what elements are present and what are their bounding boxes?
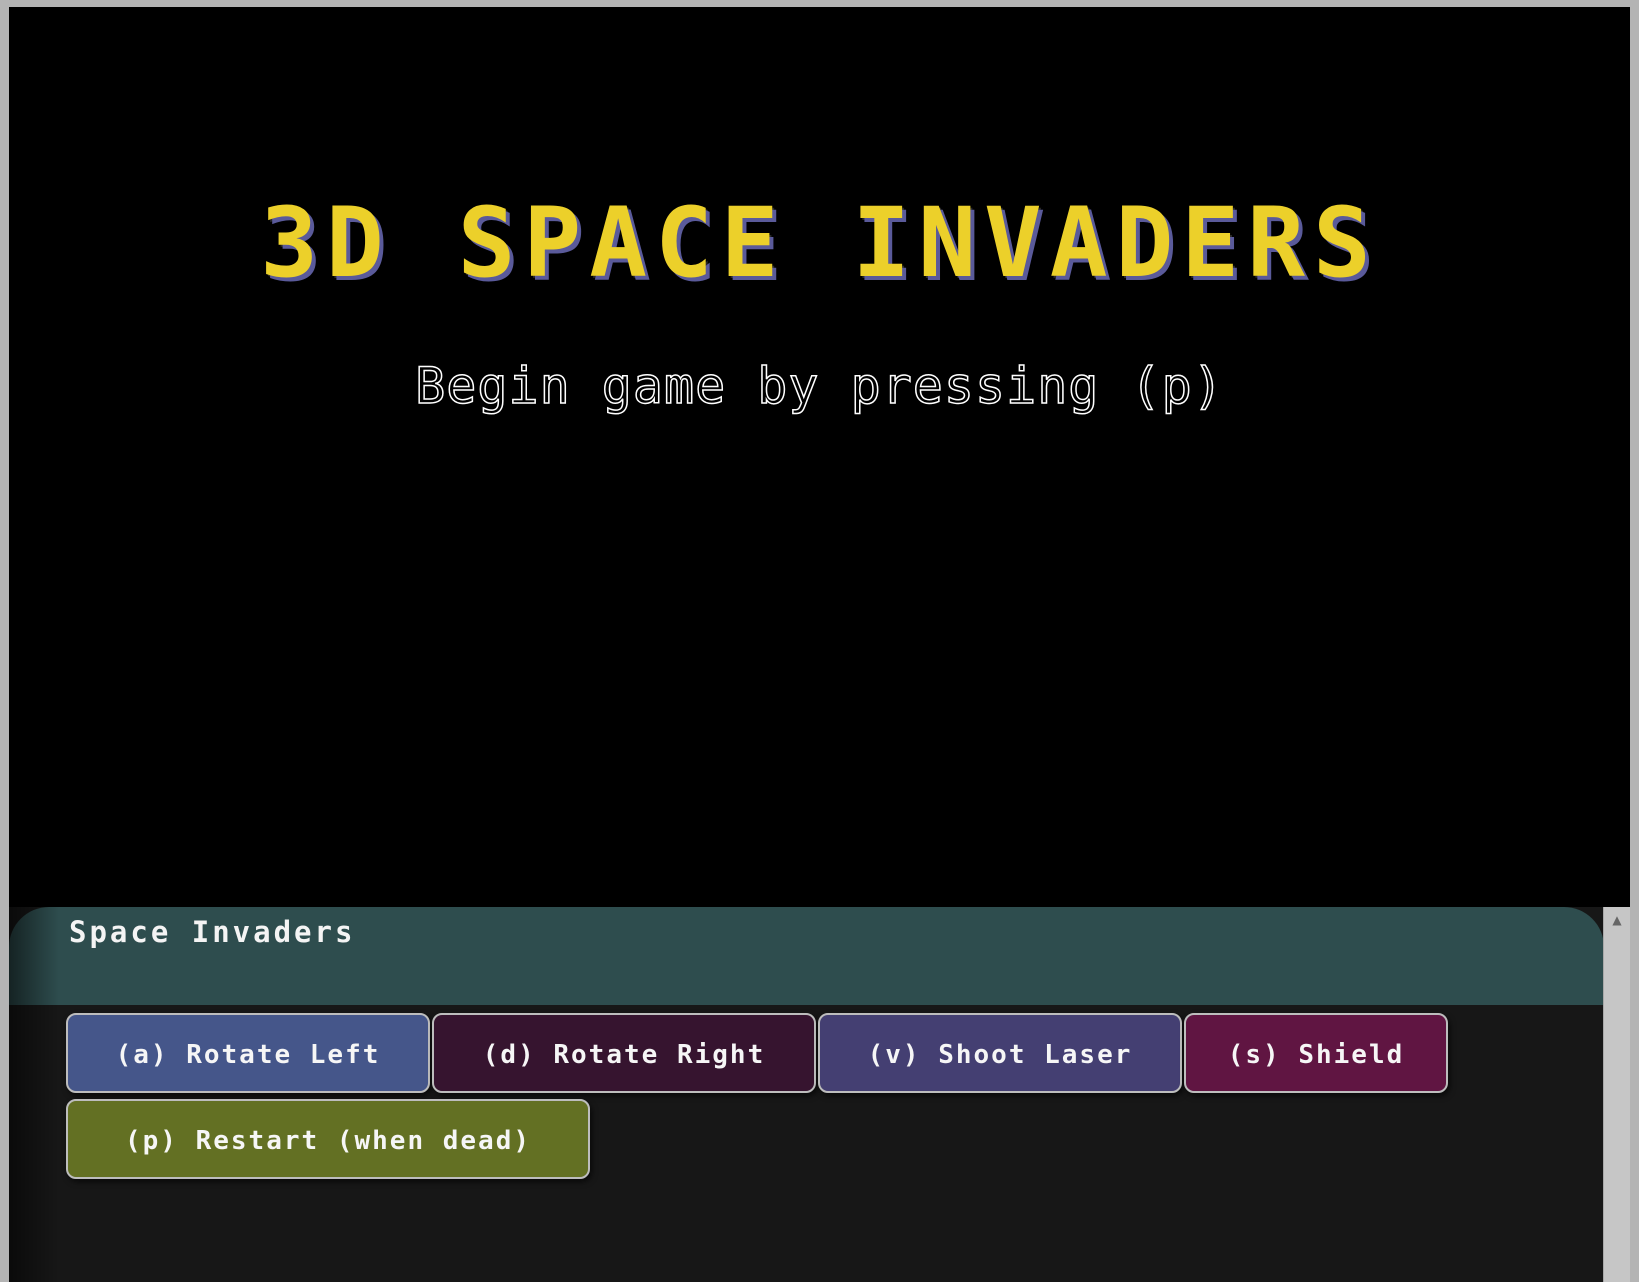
game-title: 3D SPACE INVADERS — [260, 187, 1379, 299]
rotate-left-button[interactable]: (a) Rotate Left — [66, 1013, 430, 1093]
panel-title: Space Invaders — [69, 915, 356, 949]
browser-frame: 3D SPACE INVADERS Begin game by pressing… — [0, 0, 1639, 1282]
shield-button[interactable]: (s) Shield — [1184, 1013, 1448, 1093]
panel-header: Space Invaders — [9, 907, 1604, 1005]
game-canvas[interactable]: 3D SPACE INVADERS Begin game by pressing… — [9, 7, 1630, 907]
shoot-laser-button[interactable]: (v) Shoot Laser — [818, 1013, 1182, 1093]
controls-panel: Space Invaders (a) Rotate Left (d) Rotat… — [9, 907, 1630, 1282]
start-prompt: Begin game by pressing (p) — [414, 356, 1224, 416]
vertical-scrollbar[interactable]: ▲ — [1603, 907, 1630, 1282]
restart-button[interactable]: (p) Restart (when dead) — [66, 1099, 590, 1179]
rotate-right-button[interactable]: (d) Rotate Right — [432, 1013, 816, 1093]
scroll-up-arrow-icon[interactable]: ▲ — [1608, 911, 1626, 929]
